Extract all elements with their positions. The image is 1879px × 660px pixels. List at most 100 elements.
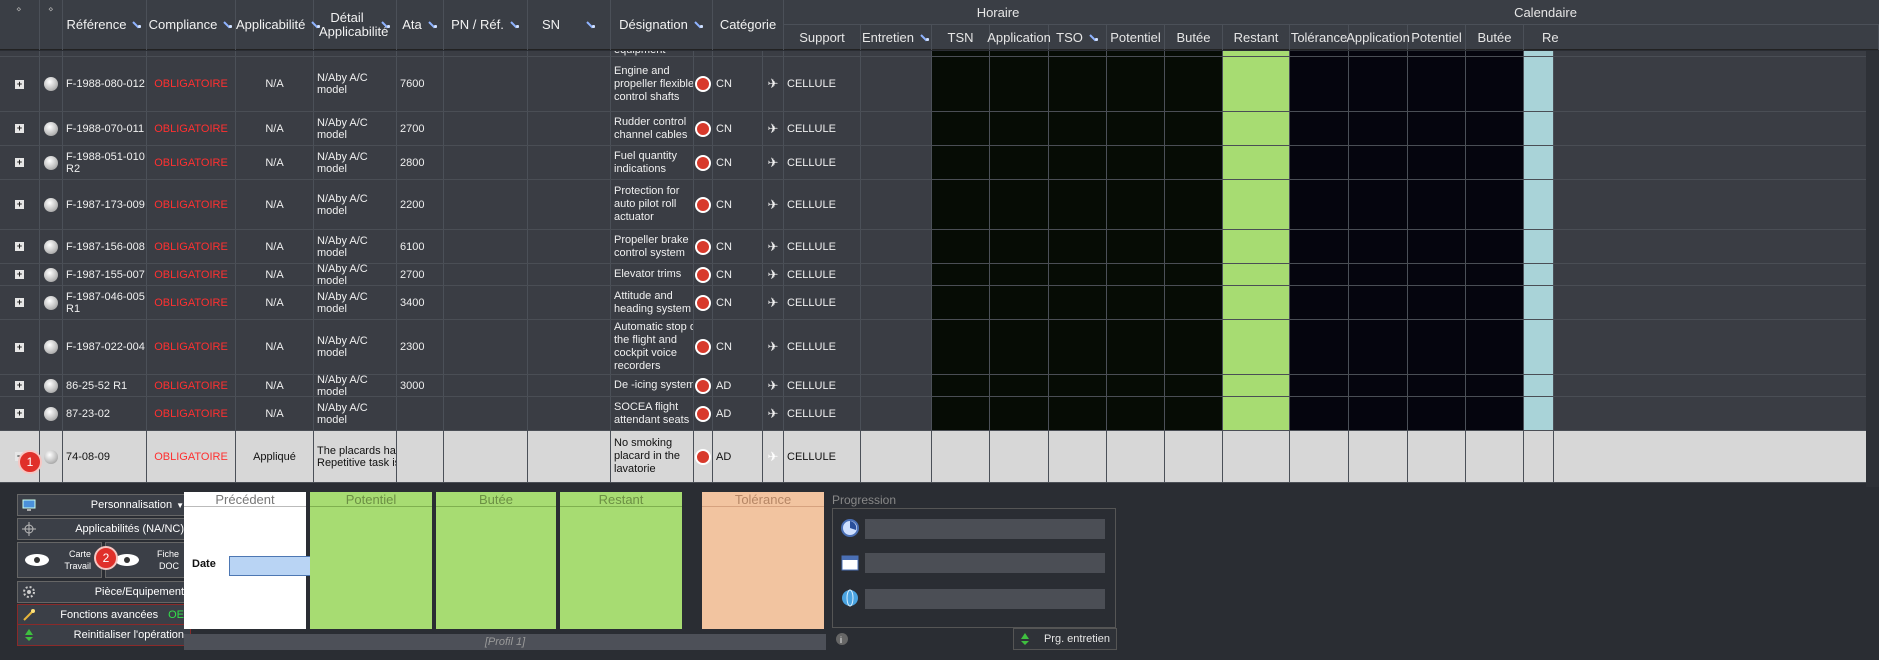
filter-icon[interactable] — [1089, 33, 1099, 43]
grid-cell: Fuel quantity indications — [611, 146, 694, 179]
carte-travail-button[interactable]: Carte Travail — [17, 542, 102, 578]
filter-icon[interactable] — [694, 20, 704, 30]
expand-toggle-icon[interactable]: + — [15, 298, 24, 307]
status-radio[interactable] — [44, 295, 58, 310]
header-butee-h[interactable]: Butée — [1165, 25, 1223, 50]
table-row[interactable]: +86-25-52 R1 OBLIGATOIRE N/A N/Aby A/C mode… — [0, 375, 1879, 397]
header-potentiel-c[interactable]: Potentiel — [1408, 25, 1466, 50]
table-row[interactable]: + F-1987-156-008 OBLIGATOIRE N/A N/Aby A/C m… — [0, 230, 1879, 264]
fonctions-avancees-button[interactable]: Fonctions avancées OE — [17, 604, 191, 626]
doc-status-icon[interactable] — [695, 238, 711, 255]
filter-icon[interactable] — [920, 33, 930, 43]
header-designation[interactable]: Désignation — [611, 0, 713, 50]
doc-status-icon[interactable] — [695, 196, 711, 213]
doc-status-icon[interactable] — [695, 154, 711, 171]
grid-cell — [1466, 112, 1524, 145]
grid-cell — [694, 320, 713, 374]
status-radio[interactable] — [44, 378, 58, 393]
grid-cell — [1349, 146, 1408, 179]
header-application-c[interactable]: Application — [1346, 25, 1410, 50]
grid-cell — [444, 264, 528, 285]
header-applicabilite[interactable]: Applicabilité — [236, 0, 319, 50]
header-categorie[interactable]: Catégorie — [713, 0, 784, 50]
header-support[interactable]: Support — [784, 25, 861, 50]
status-radio[interactable] — [44, 239, 58, 254]
header-tolerance[interactable]: Tolérance — [1290, 25, 1349, 50]
table-row[interactable]: + F-1987-155-007 OBLIGATOIRE N/A N/Aby A/C m… — [0, 264, 1879, 286]
applicabilites-button[interactable]: Applicabilités (NA/NC) — [17, 518, 191, 540]
header-detail-applicabilite[interactable]: Détail Applicabilité — [314, 0, 397, 50]
doc-status-icon[interactable] — [695, 448, 711, 465]
filter-icon[interactable] — [510, 20, 520, 30]
doc-status-icon[interactable] — [695, 377, 711, 394]
table-row[interactable]: −74-08-09OBLIGATOIREAppliquéThe placards… — [0, 431, 1879, 483]
status-radio[interactable] — [44, 406, 58, 421]
table-row[interactable]: + F-1988-051-010 R2 OBLIGATOIRE N/A N/Aby A/… — [0, 146, 1879, 180]
filter-icon[interactable] — [223, 20, 233, 30]
designation-line: cockpit voice — [614, 347, 677, 359]
expand-toggle-icon[interactable]: + — [15, 342, 24, 352]
expand-toggle-icon[interactable]: + — [15, 381, 24, 390]
status-radio[interactable] — [44, 449, 58, 464]
info-icon[interactable]: i — [835, 632, 849, 651]
header-sn[interactable]: SN — [528, 0, 611, 50]
expand-toggle-icon[interactable]: + — [15, 242, 24, 251]
prg-entretien-button[interactable]: Prg. entretien — [1013, 628, 1117, 650]
table-row[interactable]: + F-1987-022-004 OBLIGATOIRE N/A N/Aby A/C m… — [0, 320, 1879, 375]
filter-icon[interactable] — [428, 20, 438, 30]
table-row[interactable]: +87-23-02 OBLIGATOIRE N/A N/Aby A/C model SO… — [0, 397, 1879, 431]
date-input[interactable] — [229, 556, 323, 576]
doc-status-icon[interactable] — [695, 339, 711, 355]
piece-equipement-button[interactable]: Pièce/Equipement — [17, 581, 191, 603]
grid-cell — [1049, 320, 1107, 374]
vertical-scrollbar[interactable] — [1866, 51, 1879, 487]
expand-toggle-icon[interactable]: + — [15, 124, 24, 133]
header-restant[interactable]: Restant — [1223, 25, 1290, 50]
header-application-h[interactable]: Application — [987, 25, 1051, 50]
status-radio[interactable] — [44, 121, 58, 136]
expand-toggle-icon[interactable]: + — [15, 270, 24, 279]
applicabilite-text: N/A — [265, 240, 284, 253]
status-radio[interactable] — [44, 155, 58, 170]
status-radio[interactable] — [44, 267, 58, 282]
doc-status-icon[interactable] — [695, 76, 711, 92]
grid-cell — [694, 51, 713, 56]
header-tsn[interactable]: TSN — [932, 25, 990, 50]
grid-cell: OBLIGATOIRE — [147, 286, 236, 319]
expand-toggle-icon[interactable]: + — [15, 79, 24, 89]
table-row[interactable]: + F-1987-046-005 R1 OBLIGATOIRE N/A N/Aby A/… — [0, 286, 1879, 320]
expand-toggle-icon[interactable]: + — [15, 158, 24, 167]
table-row[interactable]: + F-1987-173-009 OBLIGATOIRE N/A N/Aby A/C m… — [0, 180, 1879, 230]
expand-toggle-icon[interactable]: + — [15, 409, 24, 418]
personnalisation-button[interactable]: Personnalisation ▼ — [17, 494, 191, 516]
grid-cell — [444, 57, 528, 111]
header-entretien[interactable]: Entretien — [861, 25, 932, 50]
reinitialiser-button[interactable]: Reinitialiser l'opération — [17, 624, 191, 646]
filter-icon[interactable] — [381, 20, 391, 30]
expand-toggle-icon[interactable]: + — [15, 200, 24, 209]
header-compliance[interactable]: Compliance — [147, 0, 236, 50]
header-butee-c[interactable]: Butée — [1466, 25, 1524, 50]
reference-text: F-1988-070-011 — [66, 122, 145, 135]
status-radio[interactable] — [44, 197, 58, 212]
table-row[interactable]: + F-1988-080-012 OBLIGATOIRE N/A N/Aby A/C m… — [0, 57, 1879, 112]
doc-status-icon[interactable] — [695, 266, 711, 283]
header-ata[interactable]: Ata — [397, 0, 444, 50]
header-pn-ref[interactable]: PN / Réf. — [444, 0, 528, 50]
header-potentiel-h[interactable]: Potentiel — [1107, 25, 1165, 50]
grid-cell: Automatic stop of the flight and cockpit v… — [611, 320, 694, 374]
header-restant-c[interactable]: Re — [1524, 25, 1879, 50]
filter-icon[interactable] — [586, 20, 596, 30]
status-radio[interactable] — [44, 77, 58, 91]
header-tso[interactable]: TSO — [1049, 25, 1107, 50]
doc-status-icon[interactable] — [695, 120, 711, 137]
table-row[interactable]: + F-1988-070-011 OBLIGATOIRE N/A N/Aby A/C m… — [0, 112, 1879, 146]
filter-icon[interactable] — [311, 20, 319, 30]
status-radio[interactable] — [44, 340, 58, 354]
filter-icon[interactable] — [132, 20, 142, 30]
grid-cell — [1165, 375, 1223, 396]
header-reference[interactable]: Référence — [63, 0, 147, 50]
doc-status-icon[interactable] — [695, 405, 711, 422]
grid-cell — [1290, 180, 1349, 229]
doc-status-icon[interactable] — [695, 294, 711, 311]
